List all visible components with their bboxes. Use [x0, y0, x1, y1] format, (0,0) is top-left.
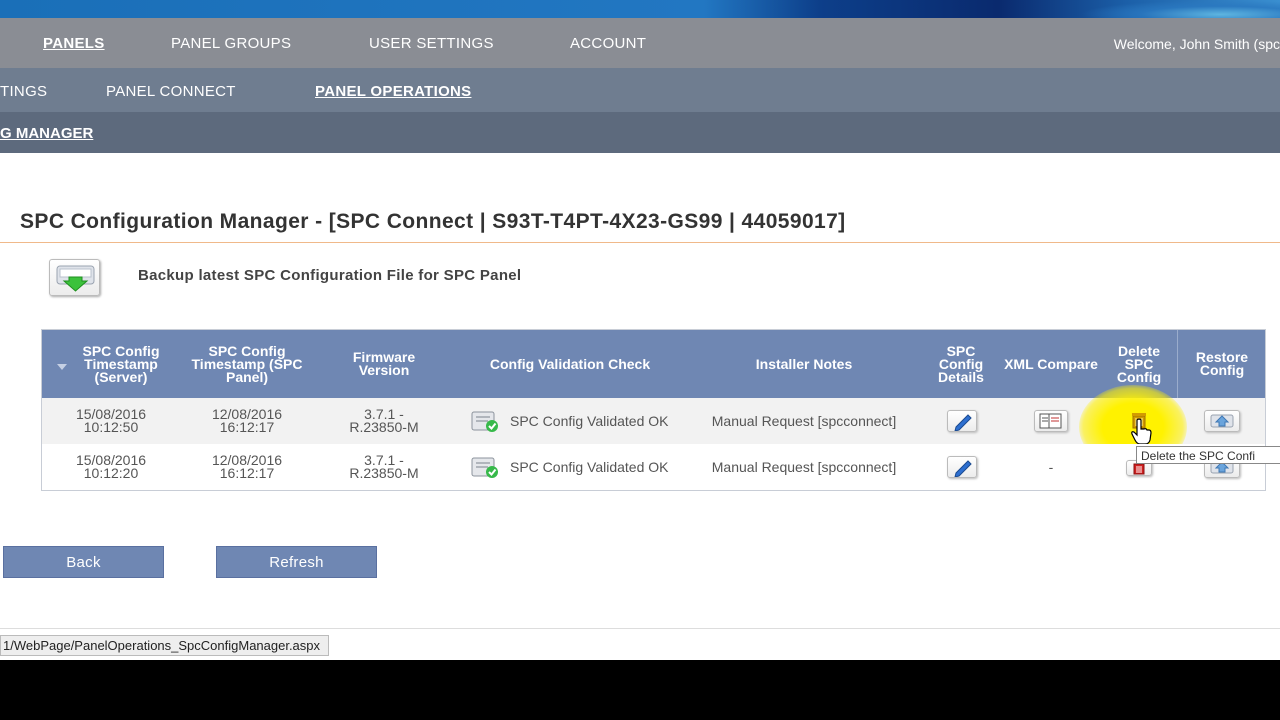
cell-notes: Manual Request [spcconnect] [711, 412, 897, 429]
cell-notes: Manual Request [spcconnect] [711, 458, 897, 475]
cell-firmware: 3.7.1 - R.23850-M [349, 452, 419, 481]
table-header: SPC Config Timestamp (Server) SPC Config… [42, 330, 1265, 398]
refresh-button[interactable]: Refresh [216, 546, 377, 578]
delete-tooltip: Delete the SPC Confi [1136, 446, 1280, 464]
restore-button[interactable] [1204, 410, 1240, 432]
table-row: 15/08/2016 10:12:50 12/08/2016 16:12:17 … [42, 385, 1265, 469]
cell-validation: SPC Config Validated OK [510, 412, 669, 429]
pencil-icon [954, 414, 972, 432]
header-divider [1177, 330, 1178, 398]
tertiary-nav: G MANAGER [0, 112, 1280, 153]
col-details: SPC Config Details [938, 342, 984, 385]
backup-config-button[interactable] [49, 259, 100, 296]
cell-timestamp-server: 15/08/2016 10:12:20 [75, 452, 147, 481]
upload-icon [1210, 414, 1234, 428]
status-bar-url: 1/WebPage/PanelOperations_SpcConfigManag… [0, 635, 330, 656]
details-button[interactable] [947, 456, 977, 478]
col-notes[interactable]: Installer Notes [692, 330, 916, 398]
col-firmware[interactable]: Firmware Version [332, 330, 436, 398]
nav-panel-groups[interactable]: PANEL GROUPS [171, 35, 291, 52]
table-row: 15/08/2016 10:12:20 12/08/2016 16:12:17 … [42, 444, 1265, 490]
validated-icon [471, 411, 498, 432]
nav-panel-operations[interactable]: PANEL OPERATIONS [315, 83, 471, 100]
cell-firmware: 3.7.1 - R.23850-M [349, 406, 419, 435]
col-timestamp-panel[interactable]: SPC Config Timestamp (SPC Panel) [188, 330, 306, 398]
cell-timestamp-server: 15/08/2016 10:12:50 [75, 406, 147, 435]
download-icon [56, 265, 95, 292]
nav-config-manager[interactable]: G MANAGER [0, 125, 93, 142]
letterbox-bar [0, 660, 1280, 720]
nav-panel-connect[interactable]: PANEL CONNECT [106, 83, 236, 100]
cell-timestamp-panel: 12/08/2016 16:12:17 [211, 452, 283, 481]
back-button[interactable]: Back [3, 546, 164, 578]
hand-cursor-icon [1131, 418, 1152, 445]
banner-graphic [1080, 0, 1280, 18]
nav-settings[interactable]: TINGS [0, 83, 47, 100]
validated-icon [471, 457, 498, 478]
details-button[interactable] [947, 410, 977, 432]
nav-account[interactable]: ACCOUNT [570, 35, 646, 52]
nav-user-settings[interactable]: USER SETTINGS [369, 35, 494, 52]
primary-nav: PANELS PANEL GROUPS USER SETTINGS ACCOUN… [0, 18, 1280, 68]
col-xml-compare: XML Compare [1004, 355, 1098, 372]
welcome-text: Welcome, John Smith (spc [1113, 36, 1280, 52]
xml-compare-button[interactable] [1034, 410, 1068, 432]
nav-panels[interactable]: PANELS [43, 35, 105, 52]
secondary-nav: TINGS PANEL CONNECT PANEL OPERATIONS [0, 68, 1280, 112]
backup-label: Backup latest SPC Configuration File for… [138, 267, 522, 284]
title-divider [0, 242, 1280, 243]
col-validation[interactable]: Config Validation Check [460, 330, 680, 398]
cell-xml-compare: - [1048, 458, 1054, 475]
col-timestamp-server[interactable]: SPC Config Timestamp (Server) [66, 330, 176, 398]
footer-divider [0, 628, 1280, 629]
browser-viewport: PANELS PANEL GROUPS USER SETTINGS ACCOUN… [0, 0, 1280, 660]
cell-timestamp-panel: 12/08/2016 16:12:17 [211, 406, 283, 435]
top-banner [0, 0, 1280, 18]
col-restore: Restore Config [1195, 349, 1249, 378]
compare-icon [1039, 413, 1062, 429]
pencil-icon [954, 460, 972, 478]
cell-validation: SPC Config Validated OK [510, 458, 669, 475]
config-table: SPC Config Timestamp (Server) SPC Config… [41, 329, 1266, 491]
page-title: SPC Configuration Manager - [SPC Connect… [20, 210, 846, 233]
